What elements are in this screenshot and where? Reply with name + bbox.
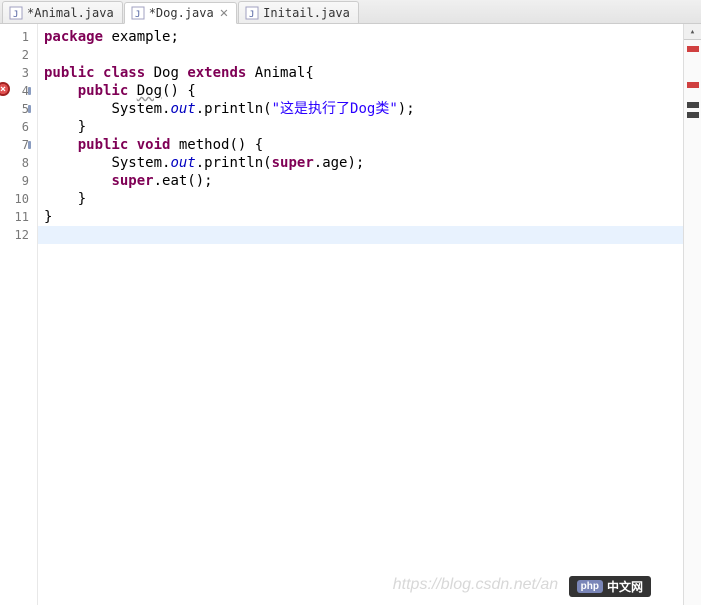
code-line: System.out.println("这是执行了Dog类"); — [38, 100, 683, 118]
tab-animal[interactable]: J *Animal.java — [2, 1, 123, 23]
code-line: } — [38, 190, 683, 208]
svg-text:J: J — [249, 10, 254, 20]
overview-ruler[interactable]: ▴ — [683, 24, 701, 605]
tab-initail[interactable]: J Initail.java — [238, 1, 359, 23]
line-number: 12 — [0, 226, 37, 244]
error-mark[interactable] — [687, 82, 699, 88]
editor: 1 2 3 4 5 6 7 8 9 10 11 12 package examp… — [0, 24, 701, 605]
code-line: package example; — [38, 28, 683, 46]
code-line: } — [38, 118, 683, 136]
line-number: 7 — [0, 136, 37, 154]
code-line: public Dog() { — [38, 82, 683, 100]
line-number: 8 — [0, 154, 37, 172]
code-line — [38, 46, 683, 64]
line-number: 2 — [0, 46, 37, 64]
gutter: 1 2 3 4 5 6 7 8 9 10 11 12 — [0, 24, 38, 605]
line-number: 9 — [0, 172, 37, 190]
line-number: 11 — [0, 208, 37, 226]
code-line: super.eat(); — [38, 172, 683, 190]
code-line: public class Dog extends Animal{ — [38, 64, 683, 82]
line-number: 3 — [0, 64, 37, 82]
tab-label: Initail.java — [263, 6, 350, 20]
tab-dog[interactable]: J *Dog.java ✕ — [124, 2, 237, 24]
java-file-icon: J — [9, 6, 23, 20]
tab-bar: J *Animal.java J *Dog.java ✕ J Initail.j… — [0, 0, 701, 24]
scroll-up-icon[interactable]: ▴ — [684, 24, 701, 40]
svg-text:J: J — [135, 10, 140, 20]
line-number: 1 — [0, 28, 37, 46]
line-number: 10 — [0, 190, 37, 208]
tab-label: *Dog.java — [149, 6, 214, 20]
code-line: } — [38, 208, 683, 226]
overview-mark[interactable] — [687, 112, 699, 118]
code-area[interactable]: package example; public class Dog extend… — [38, 24, 683, 605]
code-line-current — [38, 226, 683, 244]
tab-label: *Animal.java — [27, 6, 114, 20]
code-line: System.out.println(super.age); — [38, 154, 683, 172]
svg-text:J: J — [13, 10, 18, 20]
close-icon[interactable]: ✕ — [220, 6, 228, 20]
line-number: 5 — [0, 100, 37, 118]
java-file-icon: J — [131, 6, 145, 20]
line-number: 6 — [0, 118, 37, 136]
error-mark[interactable] — [687, 46, 699, 52]
java-file-icon: J — [245, 6, 259, 20]
overview-mark[interactable] — [687, 102, 699, 108]
code-line: public void method() { — [38, 136, 683, 154]
